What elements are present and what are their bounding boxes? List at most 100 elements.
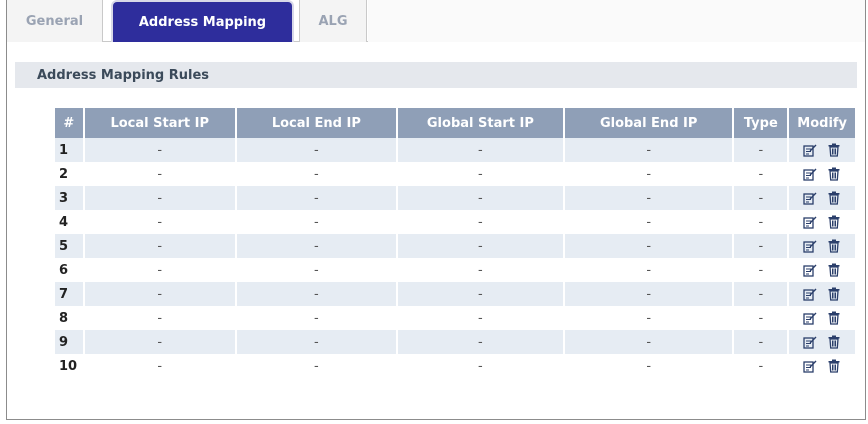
row-index: 1 xyxy=(55,138,83,162)
modify-icons xyxy=(789,167,855,181)
col-local-end-ip-header: Local End IP xyxy=(236,108,396,138)
cell-local-end-ip: - xyxy=(236,354,396,378)
edit-icon[interactable] xyxy=(803,263,817,277)
cell-local-start-ip: - xyxy=(84,138,235,162)
modify-icons xyxy=(789,287,855,301)
modify-icons xyxy=(789,311,855,325)
cell-local-start-ip: - xyxy=(84,306,235,330)
delete-icon[interactable] xyxy=(827,287,841,301)
delete-icon[interactable] xyxy=(827,143,841,157)
cell-type: - xyxy=(734,282,788,306)
edit-icon[interactable] xyxy=(803,287,817,301)
cell-local-start-ip: - xyxy=(84,330,235,354)
table-row: 4----- xyxy=(55,210,855,234)
cell-local-end-ip: - xyxy=(236,258,396,282)
row-index: 4 xyxy=(55,210,83,234)
cell-global-start-ip: - xyxy=(397,306,563,330)
delete-icon[interactable] xyxy=(827,215,841,229)
delete-icon[interactable] xyxy=(827,335,841,349)
row-index: 7 xyxy=(55,282,83,306)
edit-icon[interactable] xyxy=(803,311,817,325)
row-index: 3 xyxy=(55,186,83,210)
row-index: 8 xyxy=(55,306,83,330)
tab-address-mapping[interactable]: Address Mapping xyxy=(111,0,294,42)
col-modify-header: Modify xyxy=(789,108,855,138)
edit-icon[interactable] xyxy=(803,191,817,205)
row-index: 6 xyxy=(55,258,83,282)
delete-icon[interactable] xyxy=(827,191,841,205)
edit-icon[interactable] xyxy=(803,239,817,253)
cell-modify xyxy=(789,138,855,162)
tab-alg[interactable]: ALG xyxy=(299,0,367,42)
table-row: 1----- xyxy=(55,138,855,162)
cell-type: - xyxy=(734,330,788,354)
table-row: 2----- xyxy=(55,162,855,186)
cell-local-start-ip: - xyxy=(84,210,235,234)
cell-global-start-ip: - xyxy=(397,186,563,210)
cell-type: - xyxy=(734,210,788,234)
row-index: 2 xyxy=(55,162,83,186)
cell-local-end-ip: - xyxy=(236,306,396,330)
cell-type: - xyxy=(734,138,788,162)
cell-global-start-ip: - xyxy=(397,210,563,234)
cell-local-start-ip: - xyxy=(84,354,235,378)
cell-global-end-ip: - xyxy=(565,330,733,354)
col-global-start-ip-header: Global Start IP xyxy=(397,108,563,138)
col-index-header: # xyxy=(55,108,83,138)
cell-modify xyxy=(789,210,855,234)
cell-global-end-ip: - xyxy=(565,138,733,162)
table-row: 9----- xyxy=(55,330,855,354)
tab-bar-filler xyxy=(368,0,865,42)
cell-global-start-ip: - xyxy=(397,282,563,306)
cell-type: - xyxy=(734,162,788,186)
edit-icon[interactable] xyxy=(803,359,817,373)
cell-global-end-ip: - xyxy=(565,258,733,282)
cell-global-end-ip: - xyxy=(565,306,733,330)
cell-local-end-ip: - xyxy=(236,330,396,354)
cell-global-start-ip: - xyxy=(397,162,563,186)
cell-global-end-ip: - xyxy=(565,282,733,306)
cell-local-end-ip: - xyxy=(236,162,396,186)
cell-modify xyxy=(789,162,855,186)
delete-icon[interactable] xyxy=(827,311,841,325)
col-local-start-ip-header: Local Start IP xyxy=(84,108,235,138)
table-row: 7----- xyxy=(55,282,855,306)
modify-icons xyxy=(789,143,855,157)
cell-global-end-ip: - xyxy=(565,186,733,210)
cell-type: - xyxy=(734,258,788,282)
cell-local-start-ip: - xyxy=(84,258,235,282)
cell-local-end-ip: - xyxy=(236,186,396,210)
table-header-row: # Local Start IP Local End IP Global Sta… xyxy=(55,108,855,138)
modify-icons xyxy=(789,335,855,349)
edit-icon[interactable] xyxy=(803,335,817,349)
cell-modify xyxy=(789,306,855,330)
col-type-header: Type xyxy=(734,108,788,138)
delete-icon[interactable] xyxy=(827,263,841,277)
cell-global-start-ip: - xyxy=(397,234,563,258)
table-row: 8----- xyxy=(55,306,855,330)
cell-global-start-ip: - xyxy=(397,330,563,354)
edit-icon[interactable] xyxy=(803,143,817,157)
delete-icon[interactable] xyxy=(827,239,841,253)
delete-icon[interactable] xyxy=(827,167,841,181)
cell-local-start-ip: - xyxy=(84,162,235,186)
table-row: 3----- xyxy=(55,186,855,210)
cell-local-end-ip: - xyxy=(236,282,396,306)
modify-icons xyxy=(789,191,855,205)
cell-global-end-ip: - xyxy=(565,234,733,258)
cell-local-end-ip: - xyxy=(236,138,396,162)
modify-icons xyxy=(789,359,855,373)
row-index: 5 xyxy=(55,234,83,258)
delete-icon[interactable] xyxy=(827,359,841,373)
cell-type: - xyxy=(734,234,788,258)
row-index: 10 xyxy=(55,354,83,378)
cell-global-end-ip: - xyxy=(565,162,733,186)
cell-local-end-ip: - xyxy=(236,234,396,258)
edit-icon[interactable] xyxy=(803,167,817,181)
edit-icon[interactable] xyxy=(803,215,817,229)
cell-modify xyxy=(789,354,855,378)
tab-general[interactable]: General xyxy=(7,0,103,42)
row-index: 9 xyxy=(55,330,83,354)
cell-global-start-ip: - xyxy=(397,354,563,378)
cell-modify xyxy=(789,258,855,282)
